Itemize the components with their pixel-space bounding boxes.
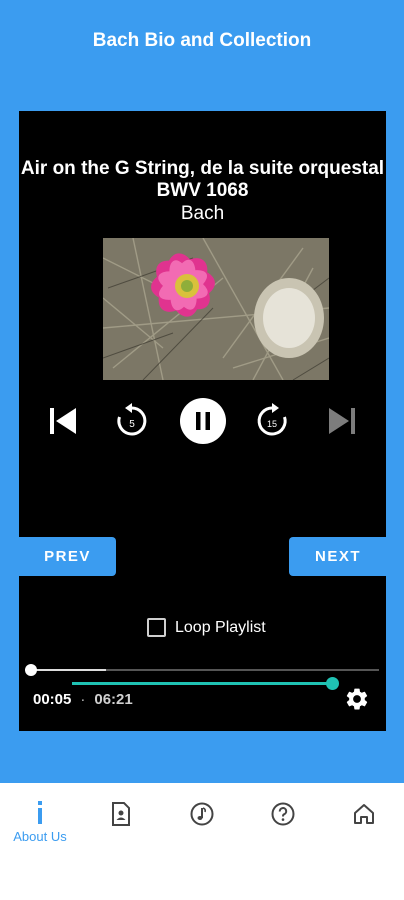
home-icon <box>351 801 377 827</box>
track-title: Air on the G String, de la suite orquest… <box>19 158 386 202</box>
pause-icon <box>180 398 226 444</box>
cactus-flower-image <box>103 238 329 380</box>
media-player: Air on the G String, de la suite orquest… <box>19 111 387 731</box>
forward-15-icon: 15 <box>257 403 287 436</box>
nav-about-us-label: About Us <box>13 829 67 844</box>
help-icon <box>270 801 296 827</box>
next-button[interactable]: NEXT <box>289 537 387 576</box>
replay-seconds-label: 5 <box>129 419 135 430</box>
forward-seconds-label: 15 <box>267 419 277 429</box>
nav-music[interactable] <box>162 783 242 843</box>
skip-previous-button[interactable] <box>38 396 88 446</box>
bio-document-icon <box>108 801 134 827</box>
skip-next-button[interactable] <box>317 396 367 446</box>
current-time: 00:05 <box>33 691 72 708</box>
nav-home[interactable] <box>324 783 404 843</box>
info-icon <box>27 801 53 827</box>
nav-about-us[interactable]: About Us <box>0 783 80 844</box>
gear-icon <box>346 688 368 710</box>
volume-track <box>72 682 334 685</box>
bottom-navigation: About Us <box>0 783 404 900</box>
track-artist: Bach <box>180 203 225 224</box>
time-display: 00:05 · 06:21 <box>33 691 133 708</box>
album-artwork <box>103 238 329 380</box>
seek-progress <box>29 669 106 671</box>
nav-help[interactable] <box>243 783 323 843</box>
time-separator: · <box>80 691 86 708</box>
seek-thumb[interactable] <box>25 664 37 676</box>
replay-5-icon: 5 <box>117 403 147 436</box>
skip-next-icon <box>329 408 355 434</box>
app-title: Bach Bio and Collection <box>92 30 312 51</box>
volume-thumb[interactable] <box>326 677 339 690</box>
skip-previous-icon <box>50 408 76 434</box>
replay-5-button[interactable]: 5 <box>107 396 157 446</box>
music-note-icon <box>189 801 215 827</box>
loop-playlist-checkbox[interactable] <box>147 618 166 637</box>
pause-button[interactable] <box>178 396 228 446</box>
settings-button[interactable] <box>344 686 370 712</box>
track-title-line-1: Air on the G String, de la suite orquest… <box>20 158 385 179</box>
forward-15-button[interactable]: 15 <box>247 396 297 446</box>
volume-slider[interactable] <box>72 676 339 690</box>
prev-button[interactable]: PREV <box>19 537 116 576</box>
duration: 06:21 <box>94 691 133 708</box>
playback-controls: 5 15 <box>19 396 386 448</box>
loop-playlist-label: Loop Playlist <box>175 618 266 636</box>
track-title-line-2: BWV 1068 <box>156 180 249 201</box>
nav-bio[interactable] <box>81 783 161 843</box>
loop-playlist-toggle[interactable]: Loop Playlist <box>147 618 266 637</box>
